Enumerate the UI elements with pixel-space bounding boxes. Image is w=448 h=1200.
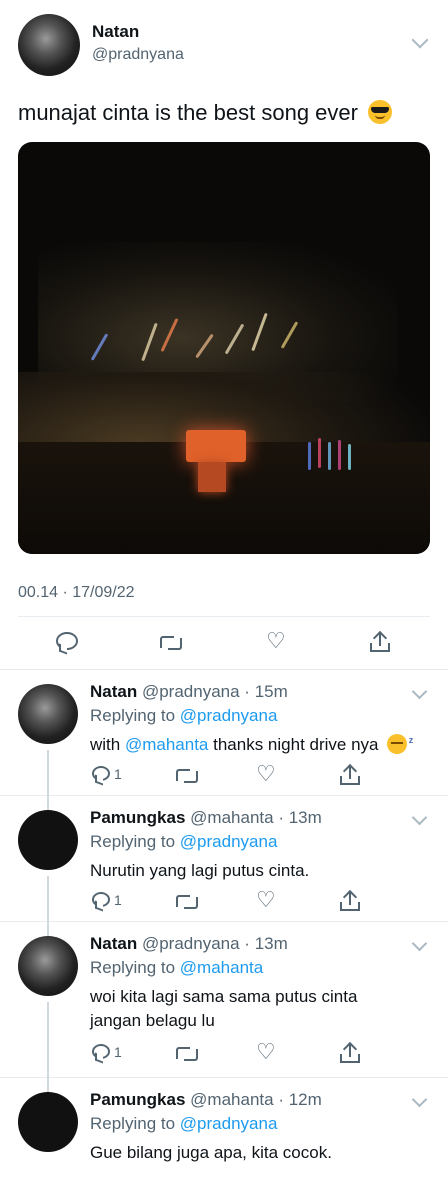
reply-header: Pamungkas @mahanta · 13m: [90, 808, 322, 827]
mention-link[interactable]: @mahanta: [180, 958, 263, 977]
thread-line: [47, 922, 49, 936]
avatar[interactable]: [18, 810, 78, 870]
heart-icon[interactable]: ♡: [256, 890, 276, 912]
thread-line: [47, 750, 49, 796]
thread-line: [47, 876, 49, 922]
retweet-icon[interactable]: [176, 767, 198, 783]
reply-header: Natan @pradnyana · 15m: [90, 682, 288, 701]
replying-to: Replying to @mahanta: [90, 958, 263, 978]
chevron-down-icon[interactable]: [411, 31, 429, 49]
reply-icon[interactable]: [56, 632, 78, 650]
author-handle[interactable]: @pradnyana: [92, 46, 184, 64]
replying-label: Replying to: [90, 958, 176, 977]
author-name[interactable]: Natan: [90, 934, 137, 953]
main-tweet: Natan @pradnyana munajat cinta is the be…: [0, 0, 448, 670]
share-icon[interactable]: [340, 1041, 360, 1063]
thread-line: [47, 1002, 49, 1078]
reply-time[interactable]: 12m: [289, 1090, 322, 1109]
mention-link[interactable]: @mahanta: [125, 735, 208, 754]
avatar[interactable]: [18, 684, 78, 744]
reply-tweet[interactable]: Natan @pradnyana · 13m Replying to @maha…: [0, 922, 448, 1078]
sleeping-face-emoji-icon: z: [387, 734, 413, 754]
sunglasses-emoji-icon: [368, 100, 393, 124]
author-name[interactable]: Natan: [92, 22, 139, 42]
reply-header: Pamungkas @mahanta · 12m: [90, 1090, 322, 1109]
author-name[interactable]: Pamungkas: [90, 808, 185, 827]
reply-icon[interactable]: [92, 766, 110, 781]
author-handle[interactable]: @pradnyana: [142, 934, 240, 953]
replying-label: Replying to: [90, 832, 176, 851]
share-icon[interactable]: [370, 630, 390, 652]
reply-header: Natan @pradnyana · 13m: [90, 934, 288, 953]
retweet-icon[interactable]: [160, 634, 182, 650]
tweet-photo[interactable]: [18, 142, 430, 554]
chevron-down-icon[interactable]: [411, 1091, 428, 1108]
avatar[interactable]: [18, 14, 80, 76]
reply-tweet[interactable]: Pamungkas @mahanta · 13m Replying to @pr…: [0, 796, 448, 922]
reply-count: 1: [114, 892, 122, 908]
heart-icon[interactable]: ♡: [256, 764, 276, 786]
author-handle[interactable]: @pradnyana: [142, 682, 240, 701]
reply-text: Gue bilang juga apa, kita cocok.: [90, 1143, 332, 1162]
reply-tweet[interactable]: Pamungkas @mahanta · 12m Replying to @pr…: [0, 1078, 448, 1200]
reply-icon[interactable]: [92, 1044, 110, 1059]
replying-to: Replying to @pradnyana: [90, 1114, 277, 1134]
chevron-down-icon[interactable]: [411, 683, 428, 700]
reply-text-line: woi kita lagi sama sama putus cinta: [90, 987, 358, 1006]
tweet-timestamp[interactable]: 00.14 · 17/09/22: [18, 584, 135, 602]
thread-line: [47, 1078, 49, 1092]
replying-to: Replying to @pradnyana: [90, 832, 277, 852]
reply-icon[interactable]: [92, 892, 110, 907]
reply-text: Nurutin yang lagi putus cinta.: [90, 861, 310, 880]
reply-text: with @mahanta thanks night drive nya z: [90, 733, 420, 757]
author-name[interactable]: Natan: [90, 682, 137, 701]
share-icon[interactable]: [340, 763, 360, 785]
reply-count: 1: [114, 1044, 122, 1060]
author-handle[interactable]: @mahanta: [190, 1090, 273, 1109]
reply-time[interactable]: 13m: [289, 808, 322, 827]
mention-link[interactable]: @pradnyana: [180, 832, 278, 851]
author-handle[interactable]: @mahanta: [190, 808, 273, 827]
thread-line: [47, 796, 49, 810]
reply-tweet[interactable]: Natan @pradnyana · 15m Replying to @prad…: [0, 670, 448, 796]
replying-to: Replying to @pradnyana: [90, 706, 277, 726]
avatar[interactable]: [18, 936, 78, 996]
reply-text: woi kita lagi sama sama putus cinta janga…: [90, 985, 420, 1033]
reply-time[interactable]: 15m: [255, 682, 288, 701]
replying-label: Replying to: [90, 706, 176, 725]
divider: [18, 616, 430, 617]
share-icon[interactable]: [340, 889, 360, 911]
chevron-down-icon[interactable]: [411, 809, 428, 826]
mention-link[interactable]: @pradnyana: [180, 706, 278, 725]
heart-icon[interactable]: ♡: [256, 1042, 276, 1064]
mention-link[interactable]: @pradnyana: [180, 1114, 278, 1133]
tweet-text-content: munajat cinta is the best song ever: [18, 100, 358, 125]
replying-label: Replying to: [90, 1114, 176, 1133]
avatar[interactable]: [18, 1092, 78, 1152]
reply-text-prefix: with: [90, 735, 121, 754]
retweet-icon[interactable]: [176, 893, 198, 909]
reply-count: 1: [114, 766, 122, 782]
reply-text-line: jangan belagu lu: [90, 1011, 215, 1030]
reply-text-suffix: thanks night drive nya: [213, 735, 379, 754]
retweet-icon[interactable]: [176, 1045, 198, 1061]
heart-icon[interactable]: ♡: [266, 631, 286, 653]
tweet-text: munajat cinta is the best song ever: [18, 100, 393, 126]
chevron-down-icon[interactable]: [411, 935, 428, 952]
reply-time[interactable]: 13m: [255, 934, 288, 953]
author-name[interactable]: Pamungkas: [90, 1090, 185, 1109]
